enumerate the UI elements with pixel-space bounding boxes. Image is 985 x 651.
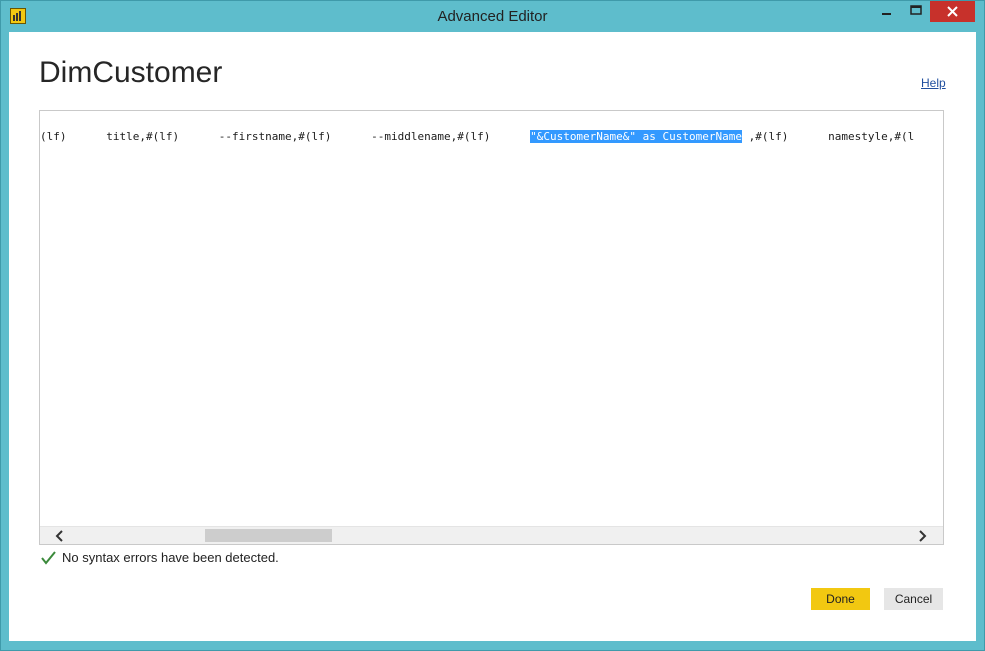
close-button[interactable] [930,1,975,22]
dialog-content: DimCustomer Help (lf) title,#(lf) --firs… [9,32,976,641]
minimize-icon [882,13,891,15]
close-icon [947,6,958,17]
minimize-button[interactable] [873,1,899,22]
title-bar[interactable]: Advanced Editor [1,1,984,32]
cancel-button[interactable]: Cancel [884,588,943,610]
status-text: No syntax errors have been detected. [62,550,279,565]
scroll-right-icon[interactable] [914,528,930,544]
window-title: Advanced Editor [437,8,548,25]
maximize-icon [910,5,922,15]
code-text-after: ,#(lf) namestyle,#(l [742,130,915,143]
done-button[interactable]: Done [811,588,870,610]
selected-code: "&CustomerName&" as CustomerName [530,130,742,143]
horizontal-scrollbar[interactable] [40,526,943,544]
scroll-left-icon[interactable] [52,528,68,544]
maximize-button[interactable] [903,1,929,22]
checkmark-icon [41,551,56,565]
query-title: DimCustomer [39,56,223,89]
code-editor[interactable]: (lf) title,#(lf) --firstname,#(lf) --mid… [39,110,944,545]
scrollbar-thumb[interactable] [205,529,332,542]
code-text-before: (lf) title,#(lf) --firstname,#(lf) --mid… [40,130,531,143]
code-line[interactable]: (lf) title,#(lf) --firstname,#(lf) --mid… [40,130,914,144]
help-link[interactable]: Help [921,76,946,90]
advanced-editor-window: Advanced Editor DimCustomer Help (lf) ti… [0,0,985,651]
